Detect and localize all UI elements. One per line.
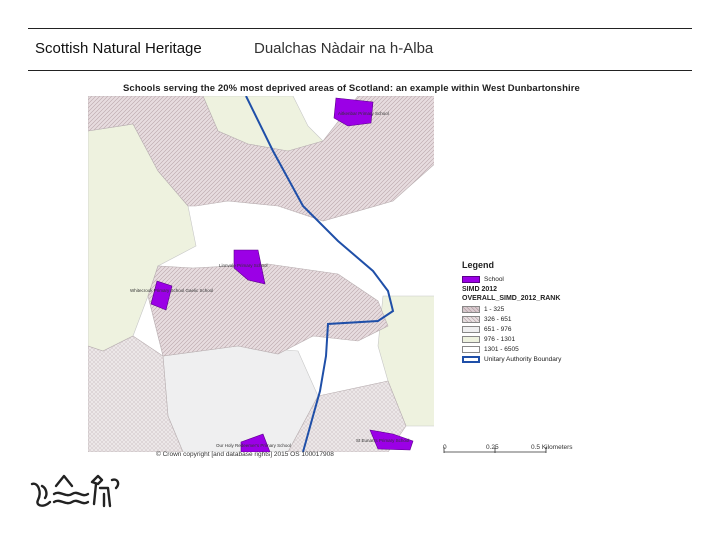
scale-tick-2: 0.5 Kilometers xyxy=(531,444,573,451)
header-top-rule xyxy=(28,28,692,29)
legend-class-label: 326 - 651 xyxy=(484,315,512,323)
scale-bar: 0 0.25 0.5 Kilometers xyxy=(443,444,583,456)
legend-class-row: 1301 - 6505 xyxy=(462,344,561,354)
school-label-whitecrook: Whitecrook Primary School Gaelic School xyxy=(130,288,213,293)
legend-class-swatch xyxy=(462,315,480,323)
legend-boundary-row: Unitary Authority Boundary xyxy=(462,354,561,364)
legend-class-row: 1 - 325 xyxy=(462,304,561,314)
legend-title: Legend xyxy=(462,260,495,270)
scale-tick-0: 0 xyxy=(443,444,447,451)
legend-simd-heading: SIMD 2012 xyxy=(462,286,498,293)
school-label-st-eunans: St Eunan's Primary School xyxy=(356,438,409,443)
legend-boundary-swatch xyxy=(462,355,480,363)
school-label-aitkenbar: Aitkenbar Primary School xyxy=(338,111,389,116)
legend-class-swatch xyxy=(462,335,480,343)
map-title: Schools serving the 20% most deprived ar… xyxy=(123,83,580,94)
school-label-holy-redeemer: Our Holy Redeemer's Primary School xyxy=(216,443,291,448)
legend-rank-heading: OVERALL_SIMD_2012_RANK xyxy=(462,295,561,302)
map: Aitkenbar Primary School Linnvale Primar… xyxy=(88,96,438,452)
area-light-south xyxy=(162,345,319,452)
legend-class-label: 1 - 325 xyxy=(484,305,505,313)
org-name-english: Scottish Natural Heritage xyxy=(35,40,202,57)
map-edge-strip xyxy=(434,96,438,452)
legend-class-row: 326 - 651 xyxy=(462,314,561,324)
legend-class-swatch xyxy=(462,325,480,333)
scale-tick-1: 0.25 xyxy=(486,444,499,451)
school-label-linnvale: Linnvale Primary School xyxy=(219,263,268,268)
map-legend: Legend School SIMD 2012 OVERALL_SIMD_201… xyxy=(462,260,561,364)
legend-class-label: 976 - 1301 xyxy=(484,335,516,343)
legend-classes: 1 - 325 326 - 651 651 - 976 976 - 1301 1301 … xyxy=(462,304,561,354)
legend-boundary-label: Unitary Authority Boundary xyxy=(484,355,562,363)
snh-logo-icon xyxy=(30,474,120,508)
legend-school-label: School xyxy=(484,275,504,283)
legend-school-swatch xyxy=(462,275,480,283)
legend-class-row: 651 - 976 xyxy=(462,324,561,334)
legend-class-label: 1301 - 6505 xyxy=(484,345,519,353)
header-bottom-rule xyxy=(28,70,692,71)
legend-class-row: 976 - 1301 xyxy=(462,334,561,344)
org-name-gaelic: Dualchas Nàdair na h-Alba xyxy=(254,40,434,57)
legend-class-label: 651 - 976 xyxy=(484,325,512,333)
map-copyright: © Crown copyright [and database rights] … xyxy=(156,451,334,458)
legend-class-swatch xyxy=(462,305,480,313)
legend-school-row: School xyxy=(462,274,561,284)
legend-class-swatch xyxy=(462,345,480,353)
